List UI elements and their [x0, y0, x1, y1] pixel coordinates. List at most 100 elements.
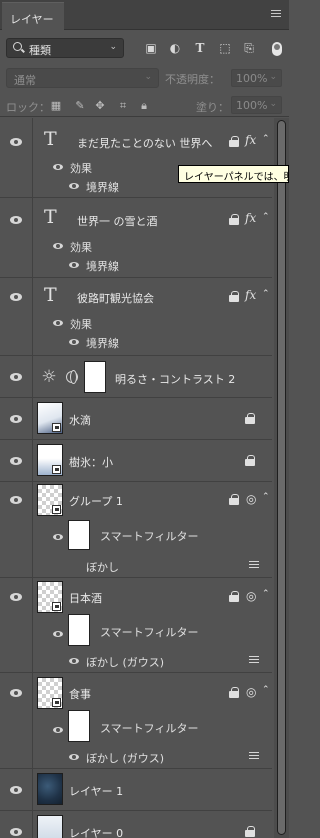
layer-thumbnail[interactable]: [37, 773, 63, 805]
layer-name[interactable]: グループ 1: [69, 493, 123, 509]
layers-scrollbar[interactable]: [274, 118, 289, 838]
smart-object-filter-icon[interactable]: ⎘: [242, 41, 256, 55]
layer-name[interactable]: 明るさ・コントラスト 2: [115, 371, 235, 387]
visibility-eye-icon[interactable]: [9, 292, 23, 302]
filter-blending-options-icon[interactable]: [249, 752, 259, 761]
filter-toggle[interactable]: [272, 42, 282, 56]
layer-name[interactable]: まだ見たことのない 世界へ: [77, 135, 212, 151]
chevron-up-icon[interactable]: ⌃: [262, 212, 270, 222]
panel-menu-icon[interactable]: [271, 10, 281, 19]
layer-row-rime-small[interactable]: 樹氷：小: [0, 440, 272, 482]
layer-thumbnail[interactable]: [37, 402, 63, 434]
visibility-eye-icon[interactable]: [9, 456, 23, 466]
stroke-visibility-eye-icon[interactable]: [68, 260, 82, 270]
layer-mask-thumbnail[interactable]: [84, 361, 106, 393]
effects-visibility-eye-icon[interactable]: [52, 162, 66, 172]
filter-blending-options-icon[interactable]: [249, 656, 259, 665]
layer-name[interactable]: 食事: [69, 686, 91, 702]
layer-name[interactable]: 日本酒: [69, 590, 102, 606]
layer-row-text-1[interactable]: T まだ見たことのない 世界へ fx ⌃ 効果 境界線: [0, 118, 272, 198]
smart-filter-mask-thumbnail[interactable]: [68, 614, 90, 646]
visibility-eye-icon[interactable]: [9, 688, 23, 698]
type-layer-icon: T: [44, 128, 57, 150]
stroke-effect-label[interactable]: 境界線: [86, 258, 119, 274]
visibility-eye-icon[interactable]: [9, 495, 23, 505]
filter-kind-select[interactable]: 種類 ⌄: [6, 38, 124, 58]
visibility-eye-icon[interactable]: [9, 785, 23, 795]
smart-filter-visibility-eye-icon[interactable]: [52, 629, 66, 639]
layer-thumbnail[interactable]: [37, 444, 63, 476]
stroke-effect-label[interactable]: 境界線: [86, 335, 119, 351]
layer-row-sake[interactable]: 日本酒 ◎ ⌃ スマートフィルター ぼかし (ガウス): [0, 578, 272, 673]
visibility-eye-icon[interactable]: [9, 827, 23, 837]
chevron-up-icon[interactable]: ⌃: [262, 134, 270, 144]
fx-icon[interactable]: fx: [245, 211, 256, 225]
stroke-effect-label[interactable]: 境界線: [86, 179, 119, 195]
layer-name[interactable]: 世界一 の雪と酒: [77, 213, 158, 229]
layer-row-layer-1[interactable]: レイヤー 1: [0, 769, 272, 811]
layer-row-group-1[interactable]: グループ 1 ◎ ⌃ スマートフィルター ぼかし: [0, 482, 272, 578]
effects-visibility-eye-icon[interactable]: [52, 318, 66, 328]
filter-label[interactable]: ぼかし (ガウス): [86, 654, 164, 670]
filter-label[interactable]: ぼかし (ガウス): [86, 750, 164, 766]
layer-name[interactable]: 樹氷：小: [69, 454, 113, 470]
effects-visibility-eye-icon[interactable]: [52, 241, 66, 251]
chevron-up-icon[interactable]: ⌃: [262, 589, 270, 599]
fx-icon[interactable]: fx: [245, 288, 256, 302]
smart-filter-icon[interactable]: ◎: [246, 492, 256, 506]
chevron-up-icon[interactable]: ⌃: [262, 289, 270, 299]
layer-thumbnail[interactable]: [37, 677, 63, 709]
layer-thumbnail[interactable]: [37, 815, 63, 838]
lock-position-icon[interactable]: ✥: [94, 100, 106, 112]
smart-filter-icon[interactable]: ◎: [246, 589, 256, 603]
lock-artboard-icon[interactable]: ⌗: [117, 100, 129, 112]
layer-row-text-3[interactable]: T 彼路町観光協会 fx ⌃ 効果 境界線: [0, 278, 272, 356]
link-icon[interactable]: [66, 370, 78, 384]
pixel-layer-filter-icon[interactable]: ▣: [144, 41, 158, 55]
layer-name[interactable]: レイヤー 1: [69, 783, 123, 799]
filter-visibility-eye-icon[interactable]: [68, 752, 82, 762]
lock-transparent-pixels-icon[interactable]: ▦: [50, 100, 62, 112]
visibility-eye-icon[interactable]: [9, 215, 23, 225]
visibility-eye-icon[interactable]: [9, 414, 23, 424]
visibility-eye-icon[interactable]: [9, 137, 23, 147]
filter-blending-options-icon[interactable]: [249, 561, 259, 570]
layer-row-water-drops[interactable]: 水滴: [0, 398, 272, 440]
layer-row-text-2[interactable]: T 世界一 の雪と酒 fx ⌃ 効果 境界線: [0, 198, 272, 278]
chevron-up-icon[interactable]: ⌃: [262, 685, 270, 695]
stroke-visibility-eye-icon[interactable]: [68, 181, 82, 191]
filter-label[interactable]: ぼかし: [86, 559, 119, 575]
smart-filter-visibility-eye-icon[interactable]: [52, 725, 66, 735]
visibility-eye-icon[interactable]: [9, 372, 23, 382]
blend-mode-select[interactable]: 通常 ⌄: [6, 68, 159, 88]
visibility-eye-icon[interactable]: [9, 592, 23, 602]
adjustment-layer-filter-icon[interactable]: ◐: [168, 41, 182, 55]
type-layer-filter-icon[interactable]: T: [193, 41, 207, 55]
layer-name[interactable]: 彼路町観光協会: [77, 290, 154, 306]
smart-filter-icon[interactable]: ◎: [246, 685, 256, 699]
lock-all-icon[interactable]: 🔒︎: [138, 100, 150, 112]
lock-image-pixels-icon[interactable]: ✎: [74, 100, 86, 112]
chevron-up-icon[interactable]: ⌃: [262, 492, 270, 502]
scrollbar-thumb[interactable]: [277, 120, 286, 835]
layer-name[interactable]: レイヤー 0: [69, 825, 123, 838]
tab-layers[interactable]: レイヤー: [2, 2, 64, 30]
smart-filter-mask-thumbnail[interactable]: [68, 520, 90, 550]
stroke-visibility-eye-icon[interactable]: [68, 337, 82, 347]
fx-icon[interactable]: fx: [245, 133, 256, 147]
layer-thumbnail[interactable]: [37, 484, 63, 516]
smart-filter-visibility-eye-icon[interactable]: [52, 532, 66, 542]
smart-filter-label: スマートフィルター: [100, 530, 199, 543]
lock-label: ロック：: [6, 101, 50, 114]
layer-thumbnail[interactable]: [37, 581, 63, 613]
smart-filter-mask-thumbnail[interactable]: [68, 710, 90, 742]
shape-layer-filter-icon[interactable]: ⬚: [218, 41, 232, 55]
fill-field[interactable]: 100% ⌄: [231, 96, 282, 114]
layer-row-meal[interactable]: 食事 ◎ ⌃ スマートフィルター ぼかし (ガウス): [0, 673, 272, 769]
filter-visibility-eye-icon[interactable]: [68, 656, 82, 666]
layer-row-layer-0[interactable]: レイヤー 0: [0, 811, 272, 838]
layer-name[interactable]: 水滴: [69, 412, 91, 428]
layer-row-adjustment[interactable]: ☼ 明るさ・コントラスト 2: [0, 356, 272, 398]
layers-list: T まだ見たことのない 世界へ fx ⌃ 効果 境界線 T 世界一 の雪と酒 f…: [0, 118, 272, 838]
opacity-field[interactable]: 100% ⌄: [231, 69, 282, 87]
